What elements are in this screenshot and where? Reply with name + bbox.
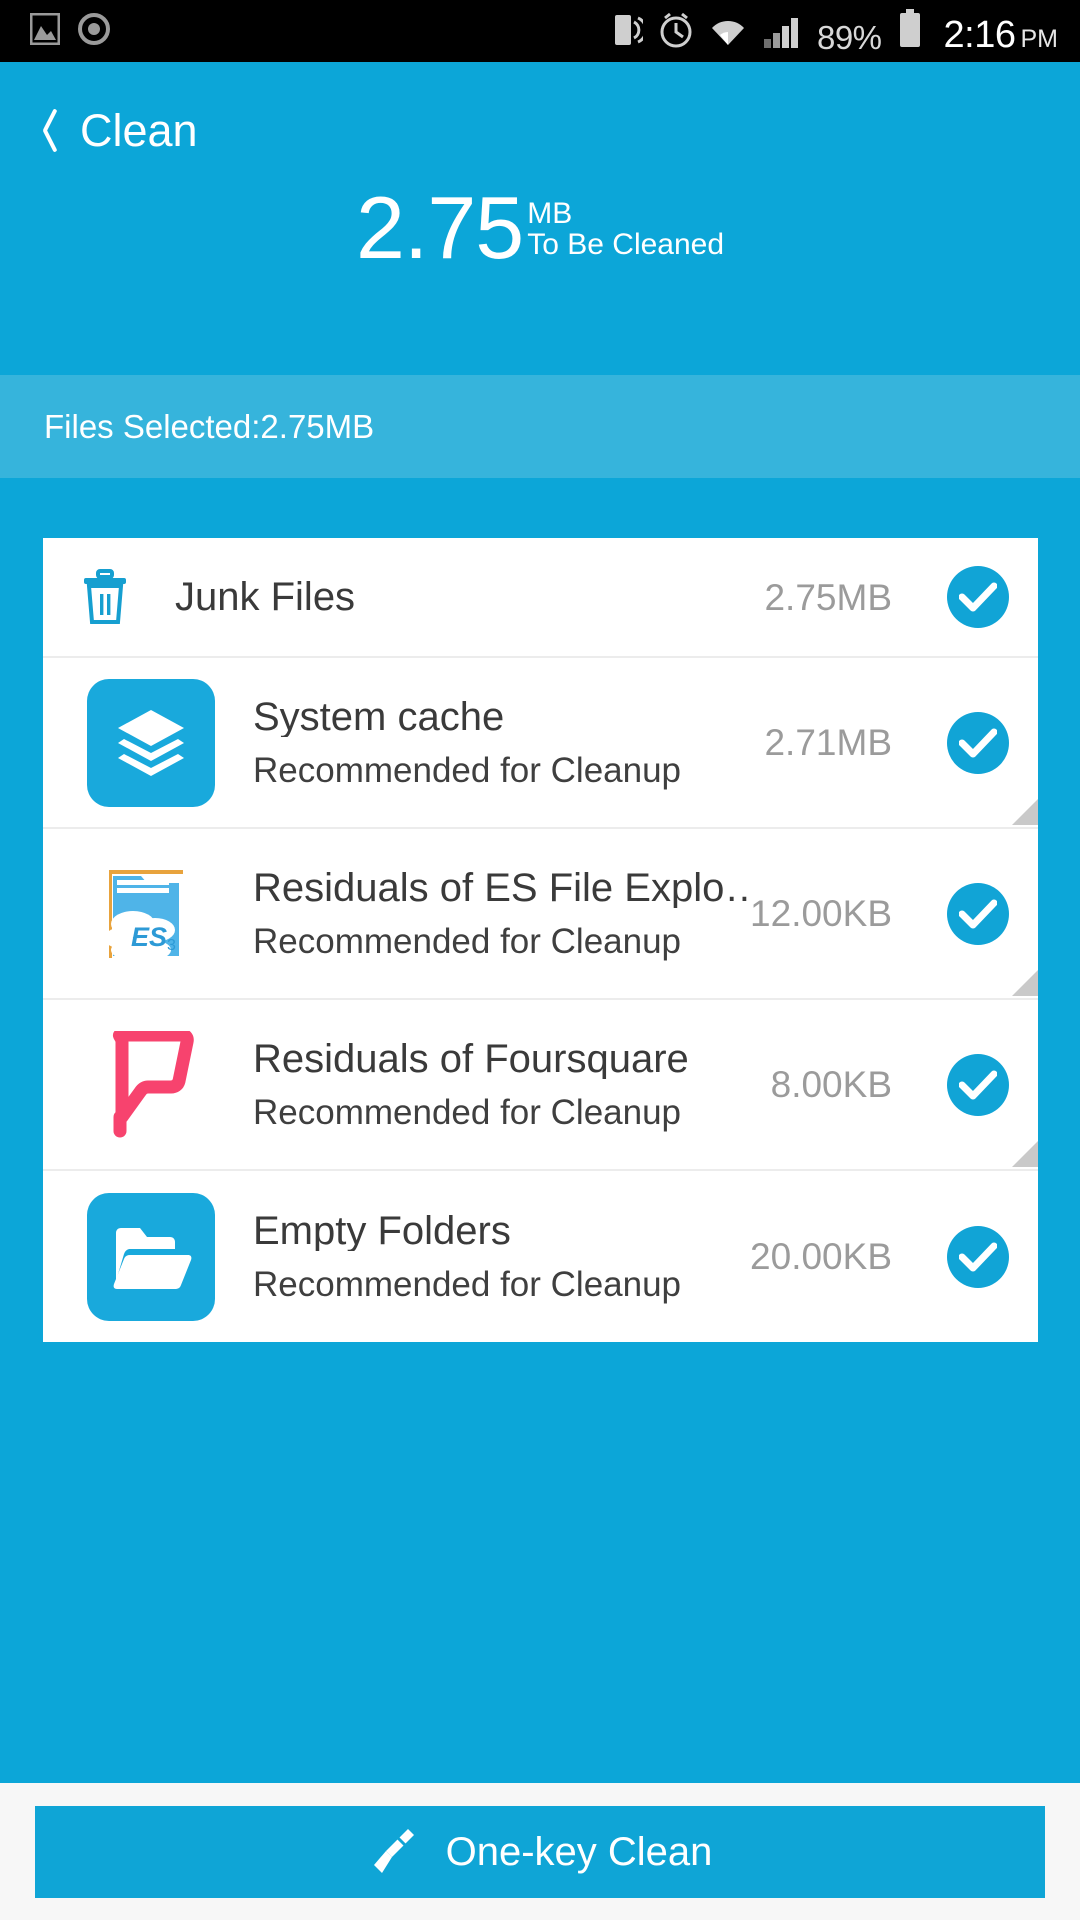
clock-ampm: PM xyxy=(1020,24,1059,53)
total-size-caption: To Be Cleaned xyxy=(527,228,725,262)
list-item-text: Residuals of ES File Explo… Recommended … xyxy=(253,868,750,959)
list-item-checkbox[interactable] xyxy=(918,1225,1038,1288)
list-item-title: Empty Folders xyxy=(253,1211,511,1251)
svg-text:ES: ES xyxy=(131,922,167,952)
list-item-title: System cache xyxy=(253,697,505,737)
total-size-value: 2.75 xyxy=(355,178,524,277)
group-header-text: Junk Files xyxy=(175,577,764,617)
list-item-text: System cache Recommended for Cleanup xyxy=(253,697,764,788)
list-item-subtitle: Recommended for Cleanup xyxy=(253,922,682,961)
folder-open-icon xyxy=(87,1192,215,1321)
status-bar-clock: 2:16 PM xyxy=(938,16,1058,54)
battery-percent-label: 89% xyxy=(816,18,882,56)
total-size-display: 2.75 MB To Be Cleaned xyxy=(0,178,1080,277)
wifi-icon xyxy=(709,15,747,54)
files-selected-label: Files Selected:2.75MB xyxy=(44,408,375,445)
check-icon xyxy=(947,566,1009,628)
check-icon xyxy=(947,1053,1009,1116)
list-item-subtitle: Recommended for Cleanup xyxy=(253,1265,682,1304)
list-item-checkbox[interactable] xyxy=(918,1053,1038,1116)
expand-corner-icon[interactable] xyxy=(1012,970,1038,996)
app-screen: 89% 2:16 PM Clean 2.75 MB To Be Cleaned xyxy=(0,0,1080,1920)
page-title: Clean xyxy=(80,104,198,156)
list-item[interactable]: Empty Folders Recommended for Cleanup 20… xyxy=(43,1171,1038,1342)
alarm-icon xyxy=(659,11,693,54)
files-selected-bar: Files Selected:2.75MB xyxy=(0,375,1080,478)
check-icon xyxy=(947,882,1009,945)
list-item-title: Residuals of Foursquare xyxy=(253,1039,689,1079)
svg-text:3: 3 xyxy=(167,937,176,954)
list-item-title: Residuals of ES File Explo… xyxy=(253,868,751,908)
check-icon xyxy=(947,711,1009,774)
check-icon xyxy=(947,1225,1009,1288)
battery-icon xyxy=(898,8,922,54)
list-item[interactable]: Residuals of Foursquare Recommended for … xyxy=(43,1000,1038,1171)
one-key-clean-button[interactable]: One-key Clean xyxy=(35,1805,1045,1898)
bottom-action-bar: One-key Clean xyxy=(0,1783,1080,1920)
vibrate-icon xyxy=(613,11,648,54)
list-item-size: 2.71MB xyxy=(764,722,892,763)
cleanup-list-card: Junk Files 2.75MB System cache Recommend… xyxy=(43,538,1038,1342)
record-icon xyxy=(78,12,110,50)
app-header: Clean 2.75 MB To Be Cleaned xyxy=(0,62,1080,375)
broom-icon xyxy=(368,1824,420,1879)
expand-corner-icon[interactable] xyxy=(1012,799,1038,825)
es-file-explorer-icon: ES 3 xyxy=(87,850,215,978)
layers-icon xyxy=(87,678,215,807)
total-size-unit: MB xyxy=(527,197,573,230)
image-icon xyxy=(29,12,61,50)
list-item-checkbox[interactable] xyxy=(918,882,1038,945)
status-bar-system-icons: 89% 2:16 PM xyxy=(613,8,1058,56)
trash-icon xyxy=(81,569,129,625)
list-item-size: 12.00KB xyxy=(750,893,892,934)
foursquare-icon xyxy=(87,1021,215,1149)
status-bar-notifications xyxy=(29,12,110,50)
list-item-checkbox[interactable] xyxy=(918,711,1038,774)
one-key-clean-label: One-key Clean xyxy=(445,1829,713,1874)
list-item-size: 20.00KB xyxy=(750,1236,892,1277)
list-item-size: 8.00KB xyxy=(770,1064,892,1105)
chevron-left-icon xyxy=(36,108,62,152)
clock-time: 2:16 xyxy=(943,13,1016,56)
expand-corner-icon[interactable] xyxy=(1012,1141,1038,1167)
list-item-subtitle: Recommended for Cleanup xyxy=(253,1093,682,1132)
group-header-checkbox[interactable] xyxy=(918,566,1038,628)
list-item[interactable]: ES 3 Residuals of ES File Explo… Recomme… xyxy=(43,829,1038,1000)
group-header-label: Junk Files xyxy=(175,577,356,617)
list-item-subtitle: Recommended for Cleanup xyxy=(253,751,682,790)
list-group-header-junk-files[interactable]: Junk Files 2.75MB xyxy=(43,538,1038,658)
back-button[interactable]: Clean xyxy=(22,92,212,168)
total-size-annotation: MB To Be Cleaned xyxy=(527,192,725,262)
group-header-size: 2.75MB xyxy=(764,576,892,618)
status-bar: 89% 2:16 PM xyxy=(0,0,1080,62)
signal-icon xyxy=(763,15,801,54)
list-item-text: Residuals of Foursquare Recommended for … xyxy=(253,1039,771,1130)
list-item-text: Empty Folders Recommended for Cleanup xyxy=(253,1211,750,1302)
list-item[interactable]: System cache Recommended for Cleanup 2.7… xyxy=(43,658,1038,829)
